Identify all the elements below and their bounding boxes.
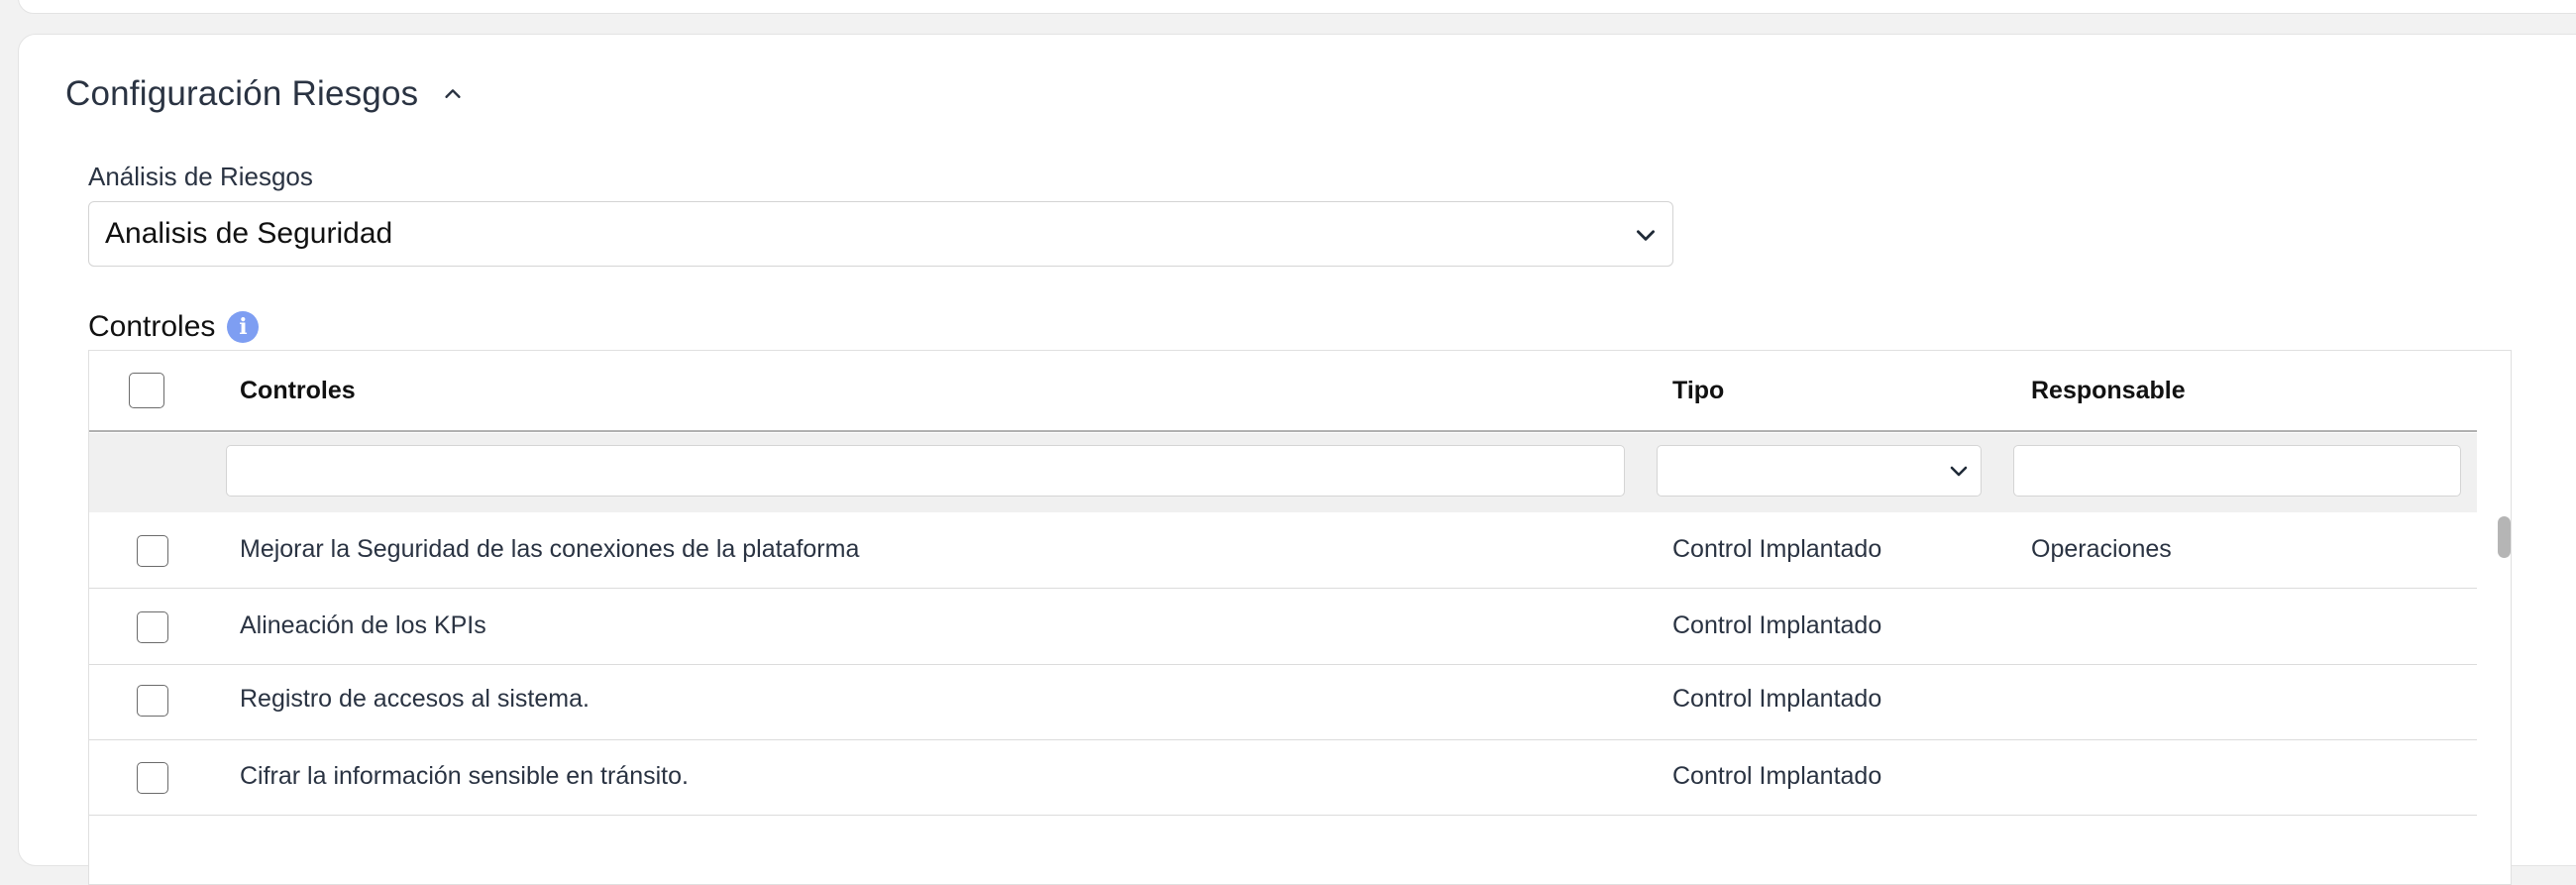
previous-card	[18, 0, 2576, 14]
controls-heading: Controles i	[88, 310, 260, 344]
chevron-down-icon	[1950, 466, 1968, 477]
risk-analysis-selected-value: Analisis de Seguridad	[105, 217, 393, 250]
filter-controles-input[interactable]	[226, 445, 1625, 497]
table-row[interactable]: Mejorar la Seguridad de las conexiones d…	[89, 513, 2477, 589]
section-title: Configuración Riesgos	[65, 74, 419, 113]
table-row-partial	[89, 817, 2477, 884]
table-header: Controles Tipo Responsable	[89, 351, 2477, 432]
row-checkbox[interactable]	[137, 611, 168, 643]
risk-analysis-label: Análisis de Riesgos	[88, 162, 313, 191]
chevron-down-icon	[1637, 230, 1655, 241]
row-checkbox[interactable]	[137, 685, 168, 717]
controls-title: Controles	[88, 310, 216, 343]
row-checkbox[interactable]	[137, 535, 168, 567]
cell-tipo: Control Implantado	[1672, 685, 1882, 713]
column-header-tipo[interactable]: Tipo	[1672, 377, 1724, 405]
controls-table: Controles Tipo Responsable Mejorar la Se…	[88, 350, 2512, 885]
cell-responsable: Operaciones	[2031, 535, 2172, 563]
column-header-responsable[interactable]: Responsable	[2031, 377, 2186, 405]
scrollbar-thumb[interactable]	[2498, 516, 2511, 558]
chevron-up-icon	[445, 89, 461, 98]
table-row[interactable]: Alineación de los KPIs Control Implantad…	[89, 590, 2477, 665]
collapse-button[interactable]	[438, 79, 468, 109]
column-header-controles[interactable]: Controles	[240, 377, 356, 405]
row-checkbox[interactable]	[137, 762, 168, 794]
cell-tipo: Control Implantado	[1672, 535, 1882, 563]
table-row[interactable]: Cifrar la información sensible en tránsi…	[89, 740, 2477, 816]
cell-tipo: Control Implantado	[1672, 611, 1882, 639]
section-header[interactable]: Configuración Riesgos	[65, 74, 468, 114]
cell-control: Alineación de los KPIs	[240, 611, 486, 639]
select-all-checkbox[interactable]	[129, 373, 164, 408]
filter-responsable-input[interactable]	[2013, 445, 2461, 497]
cell-control: Registro de accesos al sistema.	[240, 685, 590, 713]
table-scrollbar[interactable]	[2495, 351, 2511, 884]
cell-control: Mejorar la Seguridad de las conexiones d…	[240, 535, 860, 563]
table-row[interactable]: Registro de accesos al sistema. Control …	[89, 665, 2477, 740]
filter-row	[89, 433, 2477, 512]
filter-tipo-select[interactable]	[1657, 445, 1982, 497]
risk-analysis-select[interactable]: Analisis de Seguridad	[88, 201, 1673, 267]
risk-config-card: Configuración Riesgos Análisis de Riesgo…	[18, 34, 2576, 885]
cell-tipo: Control Implantado	[1672, 762, 1882, 790]
cell-control: Cifrar la información sensible en tránsi…	[240, 762, 689, 790]
info-icon[interactable]: i	[227, 311, 260, 343]
